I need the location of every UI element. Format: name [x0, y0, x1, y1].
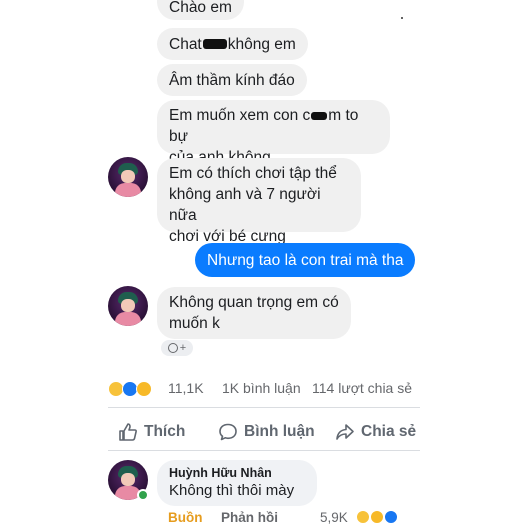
- comment-label: Bình luận: [244, 423, 315, 440]
- like-button[interactable]: Thích: [118, 420, 185, 444]
- message-text: Không quan trọng em có: [169, 294, 339, 311]
- message-bubble: Âm thầm kính đáo: [157, 64, 307, 96]
- thumbs-up-icon: [119, 423, 137, 441]
- censor-scribble: [202, 39, 227, 49]
- comment-text: Không thì thôi mày: [169, 482, 295, 499]
- message-bubble: Em có thích chơi tập thể không anh và 7 …: [157, 158, 361, 245]
- sad-reaction-icon: [356, 510, 370, 524]
- message-text: không anh và 7 người nữa: [169, 186, 321, 224]
- message-text: Em có thích chơi tập thể: [169, 165, 337, 182]
- sender-avatar[interactable]: [108, 157, 148, 197]
- share-icon: [336, 424, 354, 440]
- message-text: Chào em: [169, 0, 232, 16]
- smile-icon: [167, 343, 178, 353]
- share-label: Chia sẻ: [361, 423, 417, 440]
- comment-reaction-count[interactable]: 5,9K: [320, 510, 348, 525]
- like-label: Thích: [144, 423, 186, 440]
- comment-reaction-button[interactable]: Buồn: [168, 510, 203, 525]
- outgoing-message-bubble: Nhưng tao là con trai mà tha: [195, 243, 416, 277]
- avatar-body: [115, 312, 141, 326]
- like-reaction-icon: [384, 510, 398, 524]
- comment-button[interactable]: Bình luận: [218, 420, 315, 444]
- message-bubble: Không quan trọng em có muốn k: [157, 287, 351, 339]
- stray-dot: [401, 17, 403, 19]
- share-button[interactable]: Chia sẻ: [335, 420, 416, 444]
- avatar-face: [121, 473, 135, 486]
- message-bubble: Chat không em: [157, 28, 308, 60]
- reaction-count[interactable]: 11,1K: [168, 380, 204, 396]
- divider: [108, 450, 420, 451]
- plus-label: +: [179, 342, 187, 354]
- sender-avatar[interactable]: [108, 286, 148, 326]
- message-text: Âm thầm kính đáo: [169, 71, 295, 89]
- message-text: Nhưng tao là con trai mà tha: [207, 251, 404, 269]
- avatar-face: [121, 299, 135, 312]
- haha-reaction-icon: [136, 381, 152, 397]
- comment-icon: [219, 423, 237, 441]
- message-text: không em: [227, 35, 296, 53]
- comment-author[interactable]: Huỳnh Hữu Nhân: [169, 466, 305, 480]
- haha-reaction-icon: [370, 510, 384, 524]
- avatar-face: [121, 170, 135, 183]
- message-text: Em muốn xem con c: [169, 107, 311, 124]
- avatar-body: [115, 183, 141, 197]
- share-count[interactable]: 114 lượt chia sẻ: [312, 380, 412, 396]
- message-text: muốn k: [169, 315, 220, 332]
- message-bubble: Em muốn xem con cm to bự của anh không: [157, 100, 390, 166]
- message-text: Chat: [169, 35, 202, 53]
- divider: [108, 407, 420, 408]
- message-bubble: Chào em: [157, 0, 244, 20]
- add-reaction-button[interactable]: +: [161, 340, 193, 356]
- comment-bubble: Huỳnh Hữu Nhân Không thì thôi mày: [157, 460, 317, 506]
- censor-scribble: [311, 111, 328, 120]
- online-status-dot: [137, 489, 149, 501]
- comment-count[interactable]: 1K bình luận: [222, 380, 301, 396]
- comment-reply-button[interactable]: Phản hồi: [221, 510, 278, 525]
